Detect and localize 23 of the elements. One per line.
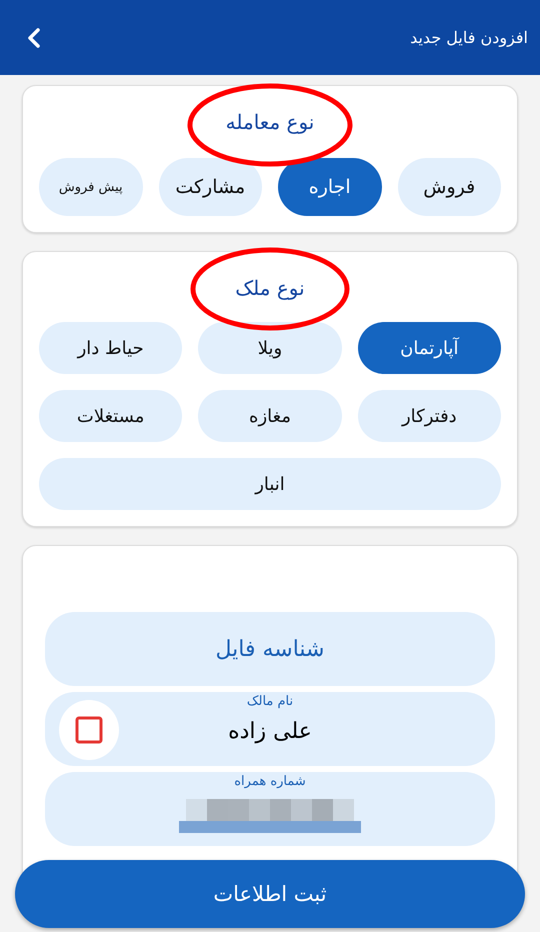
property-type-option[interactable]: حیاط دار — [39, 322, 182, 374]
property-type-option[interactable]: مستغلات — [39, 390, 182, 442]
field-label: نام مالک — [246, 694, 294, 709]
file-id-button[interactable]: شناسه فایل — [45, 612, 495, 686]
property-type-option[interactable]: مغازه — [198, 390, 342, 442]
field-label: شماره همراه — [234, 774, 306, 789]
deal-type-option[interactable]: مشارکت — [158, 158, 262, 216]
deal-type-option[interactable]: پیش فروش — [39, 158, 142, 216]
field-value: علی زاده — [228, 719, 312, 744]
submit-button[interactable]: ثبت اطلاعات — [15, 860, 525, 928]
property-type-option[interactable]: آپارتمان — [358, 322, 501, 374]
property-type-option[interactable]: ویلا — [198, 322, 342, 374]
deal-type-option[interactable]: فروش — [398, 158, 501, 216]
property-type-option[interactable]: دفترکار — [358, 390, 501, 442]
input-field[interactable]: نام مالک علی زاده — [45, 692, 495, 766]
section-title: نوع معامله — [226, 110, 314, 134]
page-title: افزودن فایل جدید — [410, 28, 528, 47]
input-field[interactable]: شماره همراه — [45, 772, 495, 846]
back-icon[interactable] — [26, 26, 42, 48]
checkbox-icon[interactable] — [75, 716, 103, 744]
section-title: نوع ملک — [235, 276, 305, 300]
deal-type-option[interactable]: اجاره — [278, 158, 382, 216]
property-type-option[interactable]: انبار — [39, 458, 501, 510]
